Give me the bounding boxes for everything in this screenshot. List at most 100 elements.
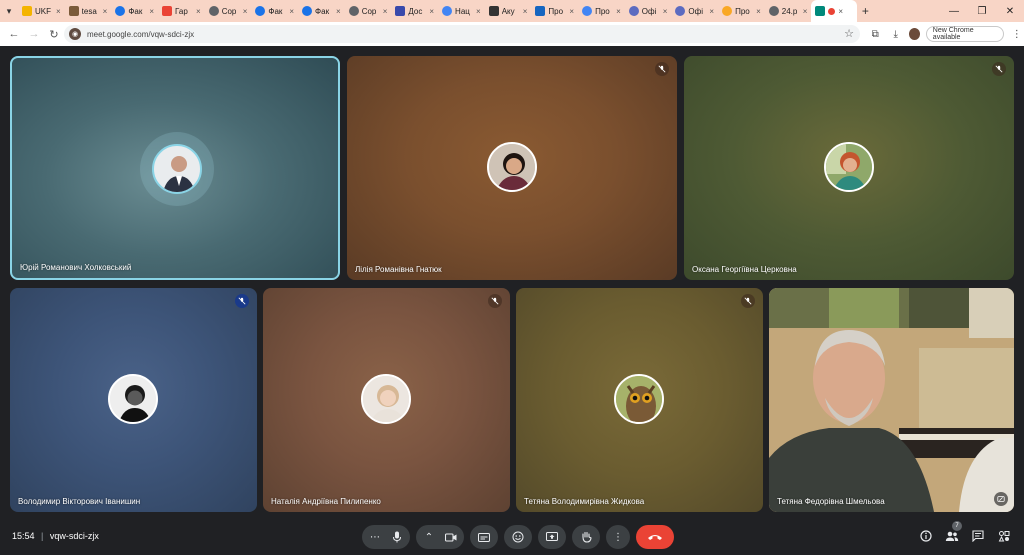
close-icon[interactable]: × <box>383 7 388 16</box>
microphone-button[interactable] <box>386 525 408 549</box>
close-icon[interactable]: × <box>838 7 843 16</box>
participant-tile[interactable]: Юрій Романович Холковський <box>10 56 340 280</box>
window-controls: — ❐ ✕ <box>940 0 1024 22</box>
extensions-icon[interactable]: ⧉ <box>868 26 882 42</box>
browser-tab[interactable]: Офі × <box>671 0 718 22</box>
close-icon[interactable]: × <box>336 7 341 16</box>
participant-tile[interactable]: Оксана Георгіївна Церковна <box>684 56 1014 280</box>
gmail-icon <box>162 6 173 16</box>
close-icon[interactable]: × <box>103 7 108 16</box>
browser-tab[interactable]: UKFUKF× <box>18 0 65 22</box>
participant-tile[interactable]: Володимир Вікторович Іванишин <box>10 288 257 512</box>
side-controls: 7 <box>918 521 1012 544</box>
microphone-icon <box>393 531 401 543</box>
browser-tab[interactable]: Про × <box>531 0 578 22</box>
participant-tile[interactable]: Лілія Романівна Гнатюк <box>347 56 677 280</box>
browser-tab[interactable]: tesa × <box>65 0 112 22</box>
reactions-button[interactable] <box>504 525 532 549</box>
camera-button[interactable] <box>440 525 462 549</box>
browser-tab[interactable]: Дос × <box>391 0 438 22</box>
participant-count-badge: 7 <box>952 521 962 531</box>
browser-tab[interactable]: Офі × <box>625 0 672 22</box>
back-icon[interactable]: ← <box>4 22 24 46</box>
participant-name: Володимир Вікторович Іванишин <box>18 497 141 506</box>
tab-search-icon[interactable]: ▾ <box>0 0 18 22</box>
participant-video-tile[interactable]: Тетяна Федорівна Шмельова <box>769 288 1014 512</box>
activities-button[interactable] <box>996 528 1012 544</box>
close-icon[interactable]: × <box>756 7 761 16</box>
profile-avatar[interactable] <box>908 28 920 40</box>
browser-toolbar: ← → ↻ ◉ meet.google.com/vqw-sdci-zjx ☆ ⧉… <box>0 22 1024 46</box>
avatar <box>614 374 664 424</box>
close-icon[interactable]: × <box>243 7 248 16</box>
browser-tab[interactable]: Гар × <box>158 0 205 22</box>
close-icon[interactable]: × <box>149 7 154 16</box>
audio-options-icon[interactable]: ⋯ <box>364 525 386 549</box>
toolbar-actions: ⧉ ⤓ New Chrome available ⋮ <box>868 22 1024 46</box>
browser-tab[interactable]: Сор × <box>345 0 392 22</box>
menu-dots-icon[interactable]: ⋮ <box>1010 26 1024 42</box>
browser-tab[interactable]: 24.р × <box>765 0 812 22</box>
close-icon[interactable]: × <box>429 7 434 16</box>
participant-name: Юрій Романович Холковський <box>20 263 132 272</box>
browser-tab[interactable]: Аку × <box>485 0 532 22</box>
new-tab-button[interactable]: + <box>857 4 873 18</box>
close-icon[interactable]: × <box>56 7 61 16</box>
browser-tab[interactable]: Фак × <box>298 0 345 22</box>
browser-tab[interactable]: Про × <box>578 0 625 22</box>
raise-hand-button[interactable] <box>572 525 600 549</box>
tab-favicon-icon <box>302 6 313 16</box>
participant-name: Наталія Андріївна Пилипенко <box>271 497 381 506</box>
browser-tab[interactable]: Фак × <box>111 0 158 22</box>
participant-tile[interactable]: Наталія Андріївна Пилипенко <box>263 288 510 512</box>
new-chrome-available-button[interactable]: New Chrome available <box>925 26 1004 42</box>
tab-favicon-icon <box>348 6 359 16</box>
meeting-code: vqw-sdci-zjx <box>49 531 99 541</box>
close-icon[interactable]: × <box>476 7 481 16</box>
browser-tab-active[interactable]: × <box>811 0 858 22</box>
video-options-icon[interactable]: ⌃ <box>418 525 440 549</box>
browser-tab[interactable]: Фак × <box>251 0 298 22</box>
present-screen-button[interactable] <box>538 525 566 549</box>
bookmark-star-icon[interactable]: ☆ <box>844 27 854 40</box>
reload-icon[interactable]: ↻ <box>44 22 64 46</box>
close-icon[interactable]: × <box>523 7 528 16</box>
close-icon[interactable]: × <box>289 7 294 16</box>
participant-tile[interactable]: Тетяна Володимирівна Жидкова <box>516 288 763 512</box>
avatar <box>824 142 874 192</box>
more-vert-icon: ⋮ <box>613 531 623 543</box>
maximize-icon[interactable]: ❐ <box>968 0 996 22</box>
meeting-details-button[interactable] <box>918 528 934 544</box>
people-button[interactable]: 7 <box>944 521 962 544</box>
browser-tab[interactable]: Нац × <box>438 0 485 22</box>
close-icon[interactable]: × <box>709 7 714 16</box>
hand-icon <box>581 531 592 543</box>
browser-tab[interactable]: Сор × <box>205 0 252 22</box>
close-icon[interactable]: × <box>663 7 668 16</box>
present-icon <box>546 532 558 541</box>
close-icon[interactable]: × <box>569 7 574 16</box>
close-window-icon[interactable]: ✕ <box>996 0 1024 22</box>
tab-favicon-icon <box>722 6 733 16</box>
download-icon[interactable]: ⤓ <box>888 26 902 42</box>
close-icon[interactable]: × <box>616 7 621 16</box>
address-bar[interactable]: ◉ meet.google.com/vqw-sdci-zjx ☆ <box>64 25 860 43</box>
mic-off-icon <box>741 294 755 308</box>
captions-button[interactable] <box>470 525 498 549</box>
chat-button[interactable] <box>970 528 986 544</box>
meet-control-bar: 15:54 | vqw-sdci-zjx ⋯ ⌃ ⋮ 7 <box>0 521 1024 555</box>
info-icon <box>920 530 932 542</box>
forward-icon[interactable]: → <box>24 22 44 46</box>
minimize-icon[interactable]: — <box>940 0 968 22</box>
participant-name: Тетяна Федорівна Шмельова <box>777 497 885 506</box>
leave-call-button[interactable] <box>636 525 674 549</box>
more-options-button[interactable]: ⋮ <box>606 525 630 549</box>
close-icon[interactable]: × <box>803 7 808 16</box>
pin-tile-icon[interactable] <box>994 492 1008 506</box>
close-icon[interactable]: × <box>196 7 201 16</box>
google-icon <box>442 6 453 16</box>
browser-tab[interactable]: Про × <box>718 0 765 22</box>
meet-stage: Юрій Романович Холковський Лілія Романів… <box>0 46 1024 555</box>
site-info-icon[interactable]: ◉ <box>69 28 81 40</box>
wikipedia-icon <box>488 6 499 16</box>
